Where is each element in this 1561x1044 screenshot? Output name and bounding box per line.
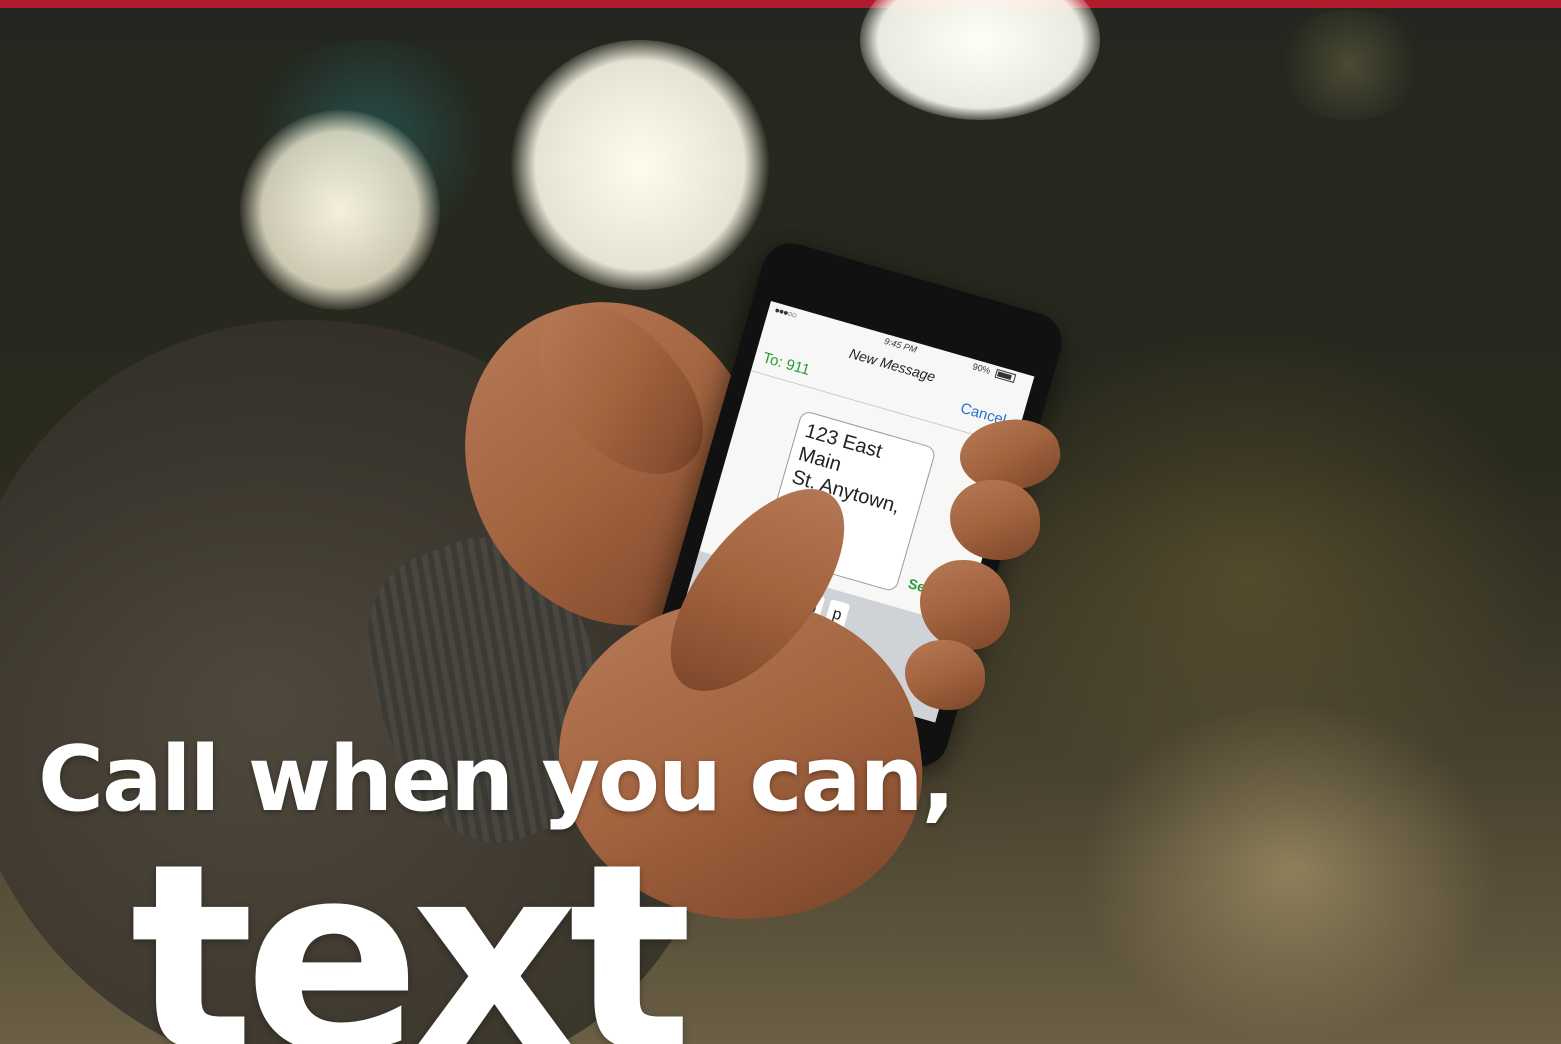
signal-icon: ●●●○○	[773, 304, 798, 321]
bokeh-light	[240, 110, 440, 310]
bokeh-light	[510, 40, 770, 290]
status-time: 9:45 PM	[883, 335, 919, 355]
bokeh-light	[1270, 10, 1430, 120]
bokeh-light	[860, 0, 1100, 120]
photo-scene: ●●●○○ 9:45 PM 90% New Message To: 911 Ca…	[0, 0, 1561, 1044]
headline-line-2: text	[130, 809, 693, 1044]
top-color-bar	[0, 0, 1561, 8]
battery-icon	[994, 368, 1017, 384]
bokeh-light	[1080, 700, 1500, 1040]
battery-percent: 90%	[971, 361, 992, 376]
